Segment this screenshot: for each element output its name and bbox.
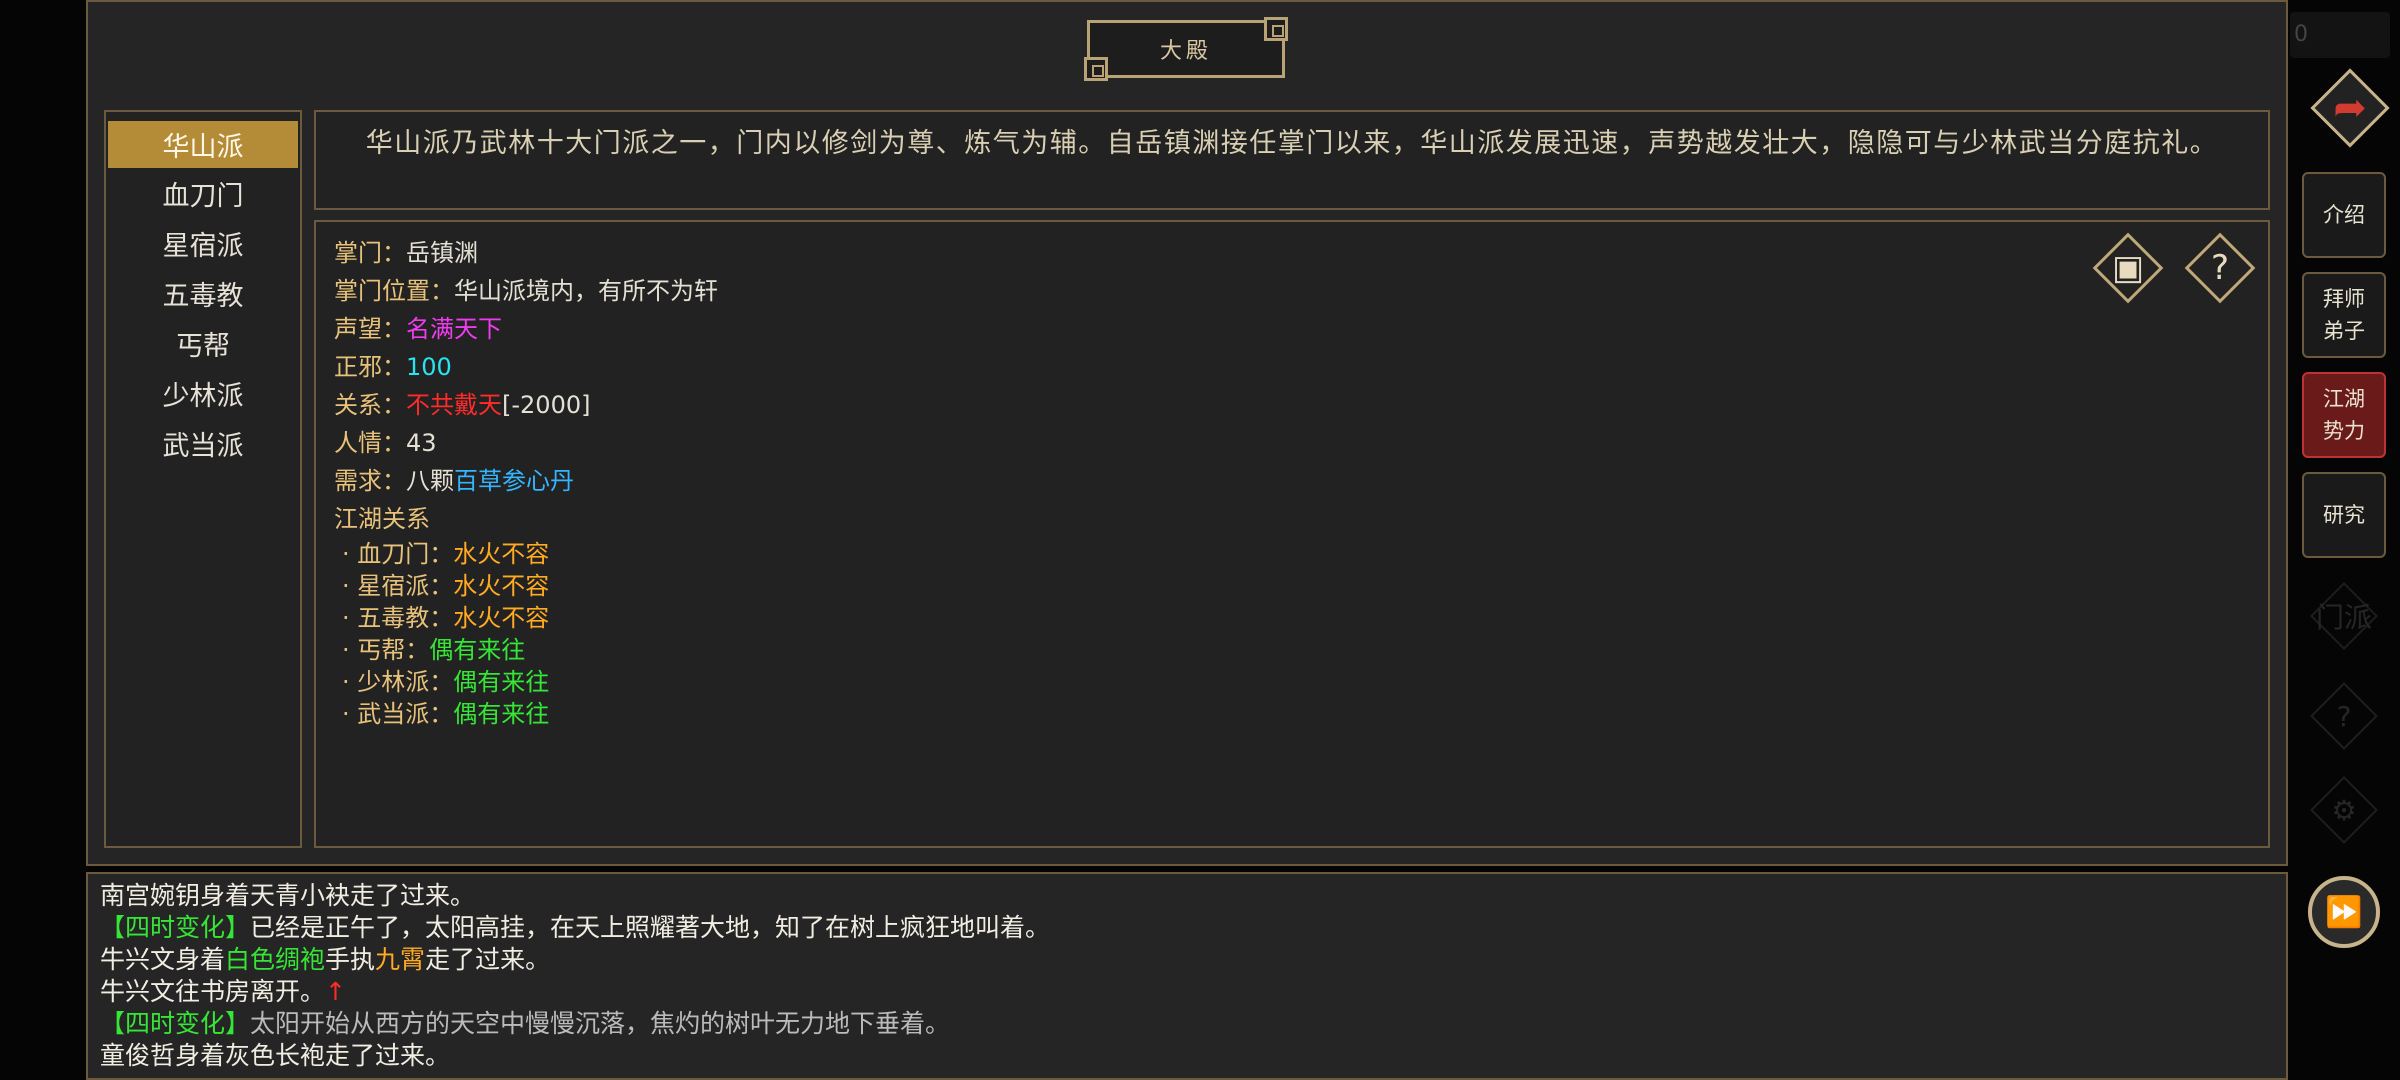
- relation-item: · 少林派：偶有来往: [334, 666, 2250, 698]
- back-button[interactable]: ➦: [2314, 72, 2386, 144]
- tab-label: 研究: [2323, 503, 2365, 527]
- sect-item-shaolin[interactable]: 少林派: [106, 368, 300, 418]
- relation-item: · 星宿派：水火不容: [334, 570, 2250, 602]
- knot-ornament-icon: [1084, 57, 1108, 81]
- sect-item-wudang[interactable]: 武当派: [106, 418, 300, 468]
- log-line: 【四时变化】已经是正午了，太阳高挂，在天上照耀著大地，知了在树上疯狂地叫着。: [100, 912, 2274, 944]
- tab-apprentice[interactable]: 拜师 弟子: [2302, 272, 2386, 358]
- relation-item: · 武当派：偶有来往: [334, 698, 2250, 730]
- relation-status: 偶有来往: [429, 636, 526, 664]
- alignment-label: 正邪：: [334, 353, 406, 381]
- log-tag: 【四时变化】: [100, 1009, 251, 1038]
- leader-label: 掌门：: [334, 239, 406, 267]
- sect-item-gaibang[interactable]: 丐帮: [106, 318, 300, 368]
- relation-status: 偶有来往: [453, 668, 550, 696]
- need-item[interactable]: 百草参心丹: [454, 467, 574, 495]
- relation-status: 水火不容: [453, 540, 550, 568]
- sect-item-xingxiu[interactable]: 星宿派: [106, 218, 300, 268]
- log-text: 已经是正午了，太阳高挂，在天上照耀著大地，知了在树上疯狂地叫着。: [250, 913, 1051, 942]
- log-line: 牛兴文往书房离开。↑: [100, 976, 2274, 1008]
- relation-sect: · 星宿派：: [342, 572, 454, 600]
- favor-row: 人情：43: [334, 424, 2250, 462]
- alignment-row: 正邪：100: [334, 348, 2250, 386]
- title-plaque: 大殿: [1084, 17, 1288, 81]
- relation-sect: · 丐帮：: [342, 636, 430, 664]
- relation-item: · 血刀门：水火不容: [334, 538, 2250, 570]
- relation-value: 不共戴天: [406, 391, 502, 419]
- back-arrow-icon: ➦: [2333, 85, 2367, 131]
- relation-sect: · 少林派：: [342, 668, 454, 696]
- log-text: 走了过来。: [425, 945, 551, 974]
- prestige-label: 声望：: [334, 315, 406, 343]
- log-text: 牛兴文往书房离开。: [100, 977, 326, 1006]
- log-text: 手执: [325, 945, 376, 974]
- relation-row: 关系：不共戴天[-2000]: [334, 386, 2250, 424]
- jianghu-heading: 江湖关系: [334, 505, 430, 533]
- log-line: 童俊哲身着灰色长袍走了过来。: [100, 1041, 451, 1070]
- log-line: 牛兴文身着白色绸袍手执九霄走了过来。: [100, 944, 2274, 976]
- tab-research[interactable]: 研究: [2302, 472, 2386, 558]
- log-line: 南宫婉钥身着天青小袂走了过来。: [100, 881, 476, 910]
- tab-label: 拜师 弟子: [2323, 287, 2365, 343]
- sect-item-huashan[interactable]: 华山派: [108, 121, 298, 168]
- relation-status: 水火不容: [453, 572, 550, 600]
- sect-intro: 华山派乃武林十大门派之一，门内以修剑为尊、炼气为辅。自岳镇渊接任掌门以来，华山派…: [314, 110, 2270, 210]
- sect-detail: ▣ ? 掌门：岳镇渊 掌门位置：华山派境内，有所不为轩 声望：名满天下 正邪：1…: [314, 220, 2270, 848]
- need-row: 需求：八颗百草参心丹: [334, 462, 2250, 500]
- relation-status: 水火不容: [453, 604, 550, 632]
- fast-forward-icon: ⏩: [2325, 894, 2363, 930]
- tab-intro[interactable]: 介绍: [2302, 172, 2386, 258]
- prestige-row: 声望：名满天下: [334, 310, 2250, 348]
- favor-value: 43: [406, 429, 437, 457]
- help-icon: ?: [2314, 686, 2374, 746]
- leader-value: 岳镇渊: [406, 239, 478, 267]
- tab-label: 介绍: [2323, 203, 2365, 227]
- log-item: 白色绸袍: [225, 945, 326, 974]
- message-log[interactable]: 南宫婉钥身着天青小袂走了过来。 【四时变化】已经是正午了，太阳高挂，在天上照耀著…: [86, 872, 2288, 1080]
- favor-label: 人情：: [334, 429, 406, 457]
- log-text: 太阳开始从西方的天空中慢慢沉落，焦灼的树叶无力地下垂着。: [250, 1009, 951, 1038]
- log-item: 九霄: [375, 945, 426, 974]
- relation-label: 关系：: [334, 391, 406, 419]
- location-label: 掌门位置：: [334, 277, 454, 305]
- sect-list: 华山派 血刀门 星宿派 五毒教 丐帮 少林派 武当派: [104, 110, 302, 848]
- treasure-chest-icon[interactable]: ▣: [2092, 232, 2164, 304]
- knot-ornament-icon: [1264, 17, 1288, 41]
- help-icon[interactable]: ?: [2184, 232, 2256, 304]
- fast-forward-button[interactable]: ⏩: [2308, 876, 2380, 948]
- sect-item-wudu[interactable]: 五毒教: [106, 268, 300, 318]
- relation-status: 偶有来往: [453, 700, 550, 728]
- prestige-value: 名满天下: [406, 315, 502, 343]
- tab-factions[interactable]: 江湖 势力: [2302, 372, 2386, 458]
- log-text: 牛兴文身着: [100, 945, 226, 974]
- relation-sect: · 武当派：: [342, 700, 454, 728]
- need-label: 需求：: [334, 467, 406, 495]
- tab-label: 江湖 势力: [2323, 387, 2365, 443]
- relation-sect: · 五毒教：: [342, 604, 454, 632]
- need-prefix: 八颗: [406, 467, 454, 495]
- settings-icon: ⚙: [2314, 780, 2374, 840]
- relation-sect: · 血刀门：: [342, 540, 454, 568]
- relation-item: · 丐帮：偶有来往: [334, 634, 2250, 666]
- sect-item-xuedao[interactable]: 血刀门: [106, 168, 300, 218]
- log-line: 【四时变化】太阳开始从西方的天空中慢慢沉落，焦灼的树叶无力地下垂着。: [100, 1008, 2274, 1040]
- location-value: 华山派境内，有所不为轩: [454, 277, 718, 305]
- leader-row: 掌门：岳镇渊: [334, 234, 2250, 272]
- relation-number: [-2000]: [502, 391, 591, 419]
- relation-item: · 五毒教：水火不容: [334, 602, 2250, 634]
- location-row: 掌门位置：华山派境内，有所不为轩: [334, 272, 2250, 310]
- page-title: 大殿: [1159, 39, 1212, 64]
- side-menu: ➦ 介绍 拜师 弟子 江湖 势力 研究 门派 ? ⚙ ⏩: [2300, 0, 2400, 1080]
- alignment-value: 100: [406, 353, 452, 381]
- log-tag: 【四时变化】: [100, 913, 251, 942]
- up-arrow-icon: ↑: [325, 977, 346, 1006]
- sect-icon: 门派: [2314, 586, 2374, 646]
